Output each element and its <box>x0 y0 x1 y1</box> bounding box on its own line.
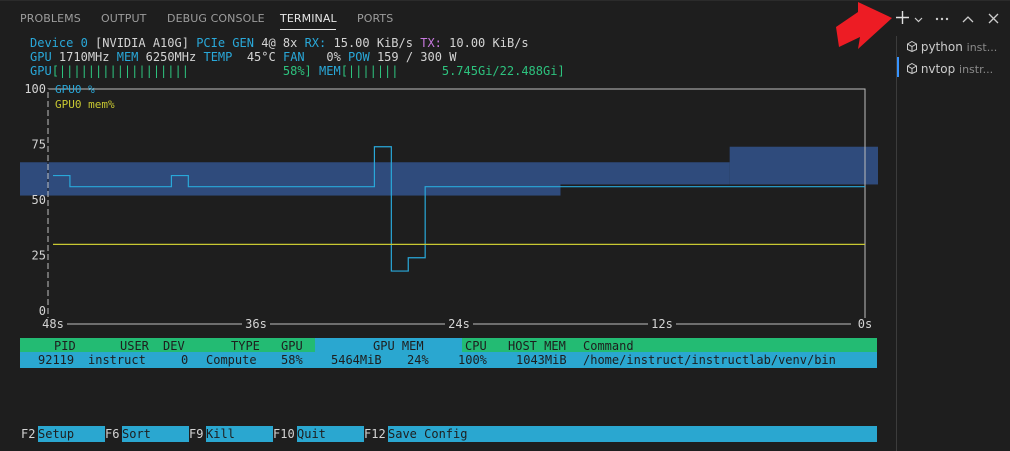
proc-command: /home/instruct/instructlab/venv/bin <box>583 353 836 367</box>
proc-user: instruct <box>88 353 146 367</box>
chart-y-tick-label: 50 <box>32 193 46 207</box>
col-gpu-mem-label: GPU MEM <box>373 339 424 353</box>
tab-ports[interactable]: PORTS <box>357 12 393 25</box>
proc-gpu-mem-pct: 24% <box>407 353 429 367</box>
chart-legend-entry: GPU0 % <box>55 83 95 96</box>
tab-problems[interactable]: PROBLEMS <box>20 12 81 25</box>
function-key-bar: F2 Setup F6 Sort F9 Kill F10 Quit F12 Sa… <box>20 426 877 442</box>
proc-cpu: 100% <box>458 353 487 367</box>
chart-legend-entry: GPU0 mem% <box>55 98 115 111</box>
chevron-up-icon[interactable] <box>962 13 974 29</box>
sort-button[interactable]: Sort <box>122 426 189 442</box>
session-name: nvtop <box>920 62 956 76</box>
chevron-down-icon[interactable] <box>914 13 923 29</box>
session-python[interactable]: python inst... <box>907 40 997 54</box>
terminal-content[interactable]: Device 0 [NVIDIA A10G] PCIe GEN 4@ 8x RX… <box>0 36 896 451</box>
proc-dev: 0 <box>181 353 189 367</box>
kill-button[interactable]: Kill <box>206 426 273 442</box>
proc-gpu: 58% <box>281 353 303 367</box>
clock-line: GPU 1710MHz MEM 6250MHz TEMP 45°C FAN 0%… <box>30 50 457 64</box>
session-detail: instr... <box>959 63 994 76</box>
fkey-f10: F10 <box>273 427 295 441</box>
chart-y-tick-label: 75 <box>32 138 46 152</box>
chart-x-tick-label: 24s <box>448 317 470 331</box>
chart-x-tick-label: 12s <box>651 317 673 331</box>
session-nvtop[interactable]: nvtop instr... <box>907 62 993 76</box>
gpu-usage-chart: GPU0 % GPU0 mem% 0 25 50 75 100 48s 36s 24s 12s 0s <box>20 82 879 331</box>
proc-type: Compute <box>206 353 257 367</box>
panel-tab-bar: PROBLEMS OUTPUT DEBUG CONSOLE TERMINAL P… <box>0 0 1010 49</box>
setup-button[interactable]: Setup <box>38 426 105 442</box>
device-line: Device 0 [NVIDIA A10G] PCIe GEN 4@ 8x RX… <box>30 36 529 50</box>
ellipsis-icon[interactable] <box>935 12 949 29</box>
session-name: python <box>920 40 963 54</box>
process-row[interactable]: 92119 instruct 0 Compute 58% 5464MiB 24%… <box>20 352 877 368</box>
fkey-f2: F2 <box>21 427 36 441</box>
plus-icon[interactable] <box>896 11 909 29</box>
active-tab-indicator <box>280 29 336 30</box>
chart-y-tick-label: 0 <box>39 304 46 318</box>
terminal-cube-icon <box>907 62 917 75</box>
fkey-f12: F12 <box>364 427 386 441</box>
tab-debug-console[interactable]: DEBUG CONSOLE <box>167 12 265 25</box>
process-table-header-labels: GPU MEM <box>20 338 877 353</box>
chart-band-segment <box>20 162 561 196</box>
terminal-session-list: python inst... nvtop instr... <box>896 36 1010 451</box>
chart-y-tick-label: 25 <box>32 249 46 263</box>
proc-host-mem: 1043MiB <box>516 353 567 367</box>
quit-button[interactable]: Quit <box>297 426 364 442</box>
proc-pid: 92119 <box>38 353 75 367</box>
fkey-f6: F6 <box>105 427 120 441</box>
close-icon[interactable] <box>988 13 999 29</box>
proc-gpu-mem: 5464MiB <box>331 353 382 367</box>
save-config-button[interactable]: Save Config <box>388 426 877 442</box>
active-session-indicator <box>897 57 899 77</box>
chart-y-tick-label: 100 <box>24 82 46 96</box>
chart-band-segment <box>560 162 730 185</box>
chart-x-tick-label: 36s <box>245 317 267 331</box>
fkey-f9: F9 <box>189 427 204 441</box>
terminal-cube-icon <box>907 40 917 53</box>
session-detail: inst... <box>966 41 998 54</box>
chart-x-tick-label: 0s <box>858 317 872 331</box>
chart-band-segment <box>729 146 878 185</box>
chart-x-tick-label: 48s <box>42 317 64 331</box>
tab-terminal[interactable]: TERMINAL <box>280 12 337 25</box>
tab-output[interactable]: OUTPUT <box>101 12 146 25</box>
chart-frame <box>47 88 866 325</box>
